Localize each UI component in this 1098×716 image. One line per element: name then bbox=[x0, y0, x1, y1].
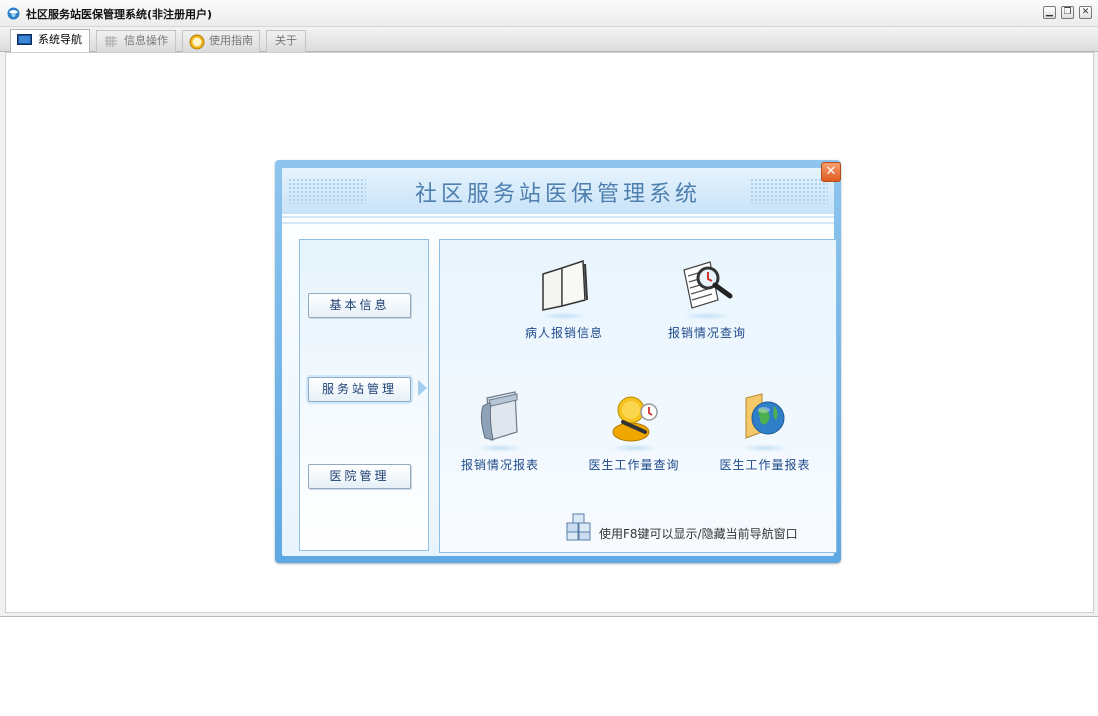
function-panel: 病人报销信息 报销情况查询 报销情况报表 医生工作量查询 医生工作量报表 使用F… bbox=[439, 239, 837, 553]
minimize-button[interactable]: ▁ bbox=[1043, 6, 1056, 19]
window-title: 社区服务站医保管理系统(非注册用户) bbox=[26, 8, 213, 21]
doctor-clock-icon bbox=[612, 396, 658, 442]
tab-user-guide[interactable]: 使用指南 bbox=[182, 30, 260, 52]
restore-icon: ❐ bbox=[1063, 7, 1072, 17]
function-label: 报销情况报表 bbox=[460, 458, 539, 472]
divider bbox=[282, 222, 834, 224]
tab-system-nav[interactable]: 系统导航 bbox=[10, 29, 90, 53]
blocks-icon bbox=[566, 513, 591, 541]
divider bbox=[282, 216, 834, 218]
dialog-title: 社区服务站医保管理系统 bbox=[414, 182, 701, 207]
document-magnifier-icon bbox=[683, 261, 733, 309]
function-label: 病人报销信息 bbox=[524, 326, 603, 340]
tab-label: 关于 bbox=[275, 34, 297, 47]
function-reimbursement-report[interactable]: 报销情况报表 bbox=[432, 388, 568, 473]
selected-arrow-icon bbox=[418, 380, 427, 396]
function-doctor-workload-query[interactable]: 医生工作量查询 bbox=[566, 388, 702, 473]
navigation-dialog: 社区服务站医保管理系统 基本信息 服务站管理 医院管理 病人报销信息 报销情况查… bbox=[275, 160, 841, 563]
tab-info-ops[interactable]: 信息操作 bbox=[96, 30, 176, 52]
function-reimbursement-query[interactable]: 报销情况查询 bbox=[639, 256, 775, 341]
close-icon: ✕ bbox=[1081, 7, 1090, 17]
f8-hint-text: 使用F8键可以显示/隐藏当前导航窗口 bbox=[599, 527, 798, 541]
restore-button[interactable]: ❐ bbox=[1061, 6, 1074, 19]
monitor-icon bbox=[17, 34, 32, 45]
tab-label: 系统导航 bbox=[38, 33, 82, 46]
dialog-close-button[interactable]: ✕ bbox=[821, 162, 841, 182]
title-bar[interactable]: 社区服务站医保管理系统(非注册用户) ▁ ❐ ✕ bbox=[0, 0, 1098, 27]
function-label: 医生工作量查询 bbox=[588, 458, 680, 472]
function-label: 医生工作量报表 bbox=[719, 458, 811, 472]
category-station-mgmt-button[interactable]: 服务站管理 bbox=[308, 377, 411, 402]
close-icon: ✕ bbox=[825, 164, 837, 179]
category-panel: 基本信息 服务站管理 医院管理 bbox=[299, 239, 429, 551]
function-patient-reimbursement[interactable]: 病人报销信息 bbox=[496, 256, 632, 341]
function-label: 报销情况查询 bbox=[667, 326, 746, 340]
dialog-body: 社区服务站医保管理系统 基本信息 服务站管理 医院管理 病人报销信息 报销情况查… bbox=[282, 168, 837, 556]
tab-about[interactable]: 关于 bbox=[266, 30, 306, 52]
app-logo-icon bbox=[7, 7, 20, 20]
close-window-button[interactable]: ✕ bbox=[1079, 6, 1092, 19]
function-doctor-workload-report[interactable]: 医生工作量报表 bbox=[697, 388, 833, 473]
minimize-icon: ▁ bbox=[1046, 7, 1053, 17]
category-basic-info-button[interactable]: 基本信息 bbox=[308, 293, 411, 318]
tab-strip: 系统导航 信息操作 使用指南 关于 bbox=[0, 27, 1098, 53]
grid-icon bbox=[105, 36, 117, 47]
folder-globe-icon bbox=[745, 393, 785, 439]
scroll-report-icon bbox=[480, 391, 518, 441]
tab-label: 信息操作 bbox=[124, 34, 168, 47]
tab-label: 使用指南 bbox=[209, 34, 253, 47]
dialog-header: 社区服务站医保管理系统 bbox=[282, 168, 834, 214]
help-globe-icon bbox=[189, 34, 205, 50]
category-hospital-mgmt-button[interactable]: 医院管理 bbox=[308, 464, 411, 489]
open-book-icon bbox=[542, 259, 588, 311]
